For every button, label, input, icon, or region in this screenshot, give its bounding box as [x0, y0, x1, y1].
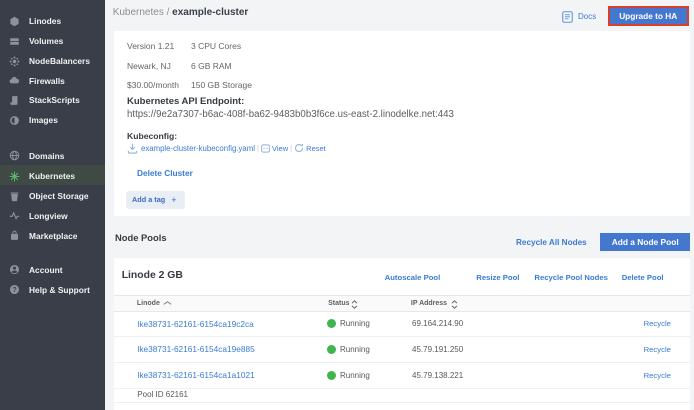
svg-text:?: ?: [12, 287, 16, 294]
